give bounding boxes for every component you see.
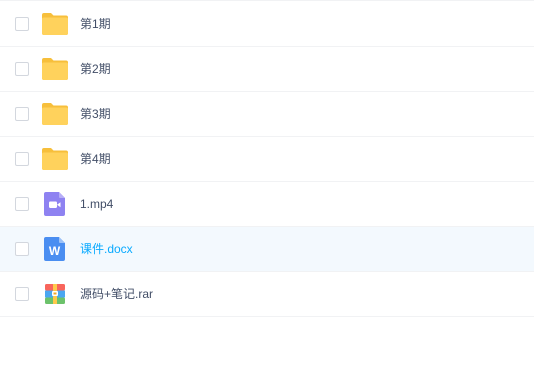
folder-icon xyxy=(42,58,68,80)
file-row-folder-3[interactable]: 第3期 xyxy=(0,92,534,137)
file-row-word[interactable]: W 课件.docx xyxy=(0,227,534,272)
file-name[interactable]: 源码+笔记.rar xyxy=(80,286,153,302)
file-name[interactable]: 第3期 xyxy=(80,106,111,122)
video-file-icon xyxy=(44,192,65,216)
file-row-video[interactable]: 1.mp4 xyxy=(0,182,534,227)
folder-icon xyxy=(42,13,68,35)
folder-icon xyxy=(42,103,68,125)
file-name[interactable]: 第2期 xyxy=(80,61,111,77)
file-row-folder-1[interactable]: 第1期 xyxy=(0,2,534,47)
row-checkbox[interactable] xyxy=(15,287,29,301)
file-name[interactable]: 第4期 xyxy=(80,151,111,167)
archive-file-icon xyxy=(45,284,65,304)
row-checkbox[interactable] xyxy=(15,242,29,256)
row-checkbox[interactable] xyxy=(15,107,29,121)
file-row-archive[interactable]: 源码+笔记.rar xyxy=(0,272,534,317)
word-doc-icon: W xyxy=(44,237,65,261)
folder-icon xyxy=(42,148,68,170)
row-checkbox[interactable] xyxy=(15,17,29,31)
row-checkbox[interactable] xyxy=(15,152,29,166)
row-checkbox[interactable] xyxy=(15,197,29,211)
file-row-folder-4[interactable]: 第4期 xyxy=(0,137,534,182)
row-checkbox[interactable] xyxy=(15,62,29,76)
file-row-folder-2[interactable]: 第2期 xyxy=(0,47,534,92)
list-top-divider xyxy=(0,0,534,1)
file-name[interactable]: 课件.docx xyxy=(80,241,133,257)
word-glyph: W xyxy=(49,244,61,258)
file-name[interactable]: 第1期 xyxy=(80,16,111,32)
file-name[interactable]: 1.mp4 xyxy=(80,196,113,212)
